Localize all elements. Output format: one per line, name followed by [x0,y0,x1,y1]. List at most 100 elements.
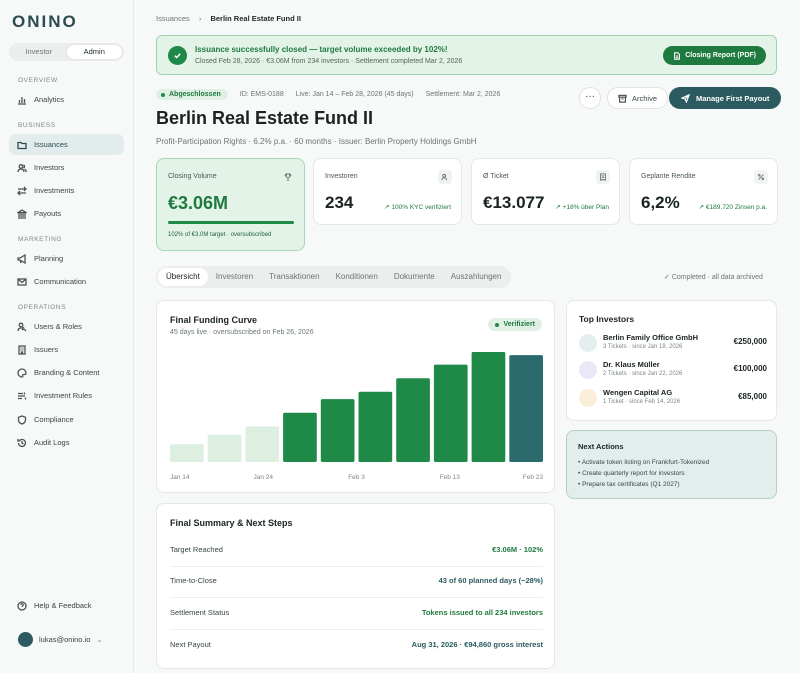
divider [170,597,543,598]
next-action-item: • Activate token listing on Frankfurt-To… [578,459,710,466]
chart-bar [207,434,242,462]
summary-row: Next Payout Aug 31, 2026 · €94,860 gross… [170,640,543,654]
tab-documents[interactable]: Dokumente [386,268,443,286]
tab-transactions[interactable]: Transaktionen [261,268,327,286]
closing-report-button[interactable]: Closing Report (PDF) [663,46,766,65]
summary-label: Time-to-Close [170,576,217,585]
shield-icon [17,414,27,425]
tab-conditions[interactable]: Konditionen [328,268,386,286]
kpi-investors: Investoren 234 ↗ 100% KYC verifiziert [313,158,462,225]
sidebar-item-label: Investments [34,186,75,195]
breadcrumb-parent-link[interactable]: Issuances [156,14,190,23]
avatar [18,632,33,647]
onino-logo[interactable]: ONINO [12,12,78,32]
issuance-meta: Abgeschlossen ID: EMS-0188 Live: Jan 14 … [156,89,512,100]
percent-icon [754,170,768,184]
kpi-closing-volume: Closing Volume €3.06M 102% of €3.0M targ… [156,158,305,251]
chart-bar [283,412,317,462]
x-tick-label: Jan 14 [170,474,190,481]
send-icon [681,93,690,103]
check-icon [168,46,187,65]
kpi-value: €13.077 [483,193,545,212]
sidebar-item-label: Communication [34,277,87,286]
top-investors-title: Top Investors [579,314,635,324]
x-tick-label: Feb 3 [348,474,365,481]
divider [170,566,543,567]
summary-label: Settlement Status [170,608,230,617]
sidebar-item-users-roles[interactable]: Users & Roles [9,316,124,337]
issuance-id: ID: EMS-0188 [239,91,284,98]
chart-bar [396,378,430,462]
kpi-value: 6,2% [641,193,680,212]
sidebar-item-label: Investment Rules [34,391,92,400]
manage-payout-label: Manage First Payout [696,93,770,103]
sidebar-item-issuers[interactable]: Issuers [9,339,124,360]
sidebar-item-planning[interactable]: Planning [9,248,124,269]
sidebar-item-label: Compliance [34,415,74,424]
more-options-button[interactable]: ··· [579,87,601,109]
trophy-icon [281,170,295,184]
avatar [579,334,597,352]
fund-subtitle: Profit-Participation Rights · 6.2% p.a. … [156,137,477,146]
live-period: Live: Jan 14 – Feb 28, 2026 (45 days) [295,91,414,98]
investor-amount: €85,000 [738,392,767,401]
summary-row: Settlement Status Tokens issued to all 2… [170,608,543,622]
tab-payouts[interactable]: Auszahlungen [443,268,510,286]
settlement-date: Settlement: Mar 2, 2026 [425,91,501,98]
sidebar-item-investment-rules[interactable]: Investment Rules [9,385,124,406]
next-action-item: • Create quarterly report for investors [578,470,685,477]
sidebar-item-branding[interactable]: Branding & Content [9,362,124,383]
sidebar-item-compliance[interactable]: Compliance [9,409,124,430]
list-item[interactable]: Berlin Family Office GmbH 3 Tickets · si… [579,333,767,353]
summary-title: Final Summary & Next Steps [170,518,293,528]
chart-bar [170,444,204,462]
section-marketing: MARKETING [18,236,63,243]
receipt-icon [596,170,610,184]
chart-icon [18,96,26,105]
sidebar-item-payouts[interactable]: Payouts [9,203,124,224]
sidebar-item-investors[interactable]: Investors [9,157,124,178]
chart-bar [509,355,543,462]
avatar [579,361,597,379]
tab-investors[interactable]: Investoren [208,268,261,286]
sidebar-item-analytics[interactable]: Analytics [9,89,124,110]
tab-bar: Übersicht Investoren Transaktionen Kondi… [156,266,512,288]
chart-title: Final Funding Curve [170,315,257,325]
building-icon [18,344,26,355]
users-icon [17,163,27,172]
sidebar-item-label: Investors [34,163,65,172]
kpi-label: Geplante Rendite [641,173,696,180]
banner-title: Issuance successfully closed — target vo… [195,45,448,54]
help-label: Help & Feedback [34,601,92,610]
summary-value: 43 of 60 planned days (−28%) [438,576,543,585]
role-admin-option[interactable]: Admin [66,45,122,59]
role-toggle[interactable]: Investor Admin [9,43,124,61]
investor-meta: 1 Ticket · since Feb 14, 2026 [603,399,681,405]
list-item[interactable]: Wengen Capital AG 1 Ticket · since Feb 1… [579,388,767,408]
sidebar-item-audit-logs[interactable]: Audit Logs [9,432,124,453]
user-menu[interactable]: lukas@onino.io ⌄ [18,632,103,647]
summary-value: €3.06M · 102% [492,545,543,554]
role-investor-option[interactable]: Investor [11,45,67,59]
archive-icon [618,94,627,103]
status-badge: Abgeschlossen [156,89,228,100]
archive-button[interactable]: Archive [607,87,669,109]
rules-icon [18,392,27,399]
closing-report-label: Closing Report (PDF) [685,52,756,59]
breadcrumb: Issuances › Berlin Real Estate Fund II [156,14,301,23]
sidebar-item-label: Issuances [34,140,68,149]
sidebar-item-issuances[interactable]: Issuances [9,134,124,155]
funding-curve-card: Jan 14 Jan 24 Feb 3 Feb 13 Feb 23 Final Fund… [156,300,555,493]
chart-bar [245,426,280,462]
summary-value: Aug 31, 2026 · €94,860 gross interest [411,640,543,649]
tab-overview[interactable]: Übersicht [158,268,208,286]
x-tick-label: Feb 23 [523,474,544,481]
user-email: lukas@onino.io [39,635,91,644]
list-item[interactable]: Dr. Klaus Müller 2 Tickets · since Jan 2… [579,360,767,380]
manage-payout-button[interactable]: Manage First Payout [669,87,782,109]
top-investors-card: Top Investors Berlin Family Office GmbH … [566,300,777,421]
sidebar-item-investments[interactable]: Investments [9,180,124,201]
help-feedback-link[interactable]: Help & Feedback [9,595,124,616]
next-actions-title: Next Actions [578,442,624,451]
sidebar-item-communication[interactable]: Communication [9,271,124,292]
